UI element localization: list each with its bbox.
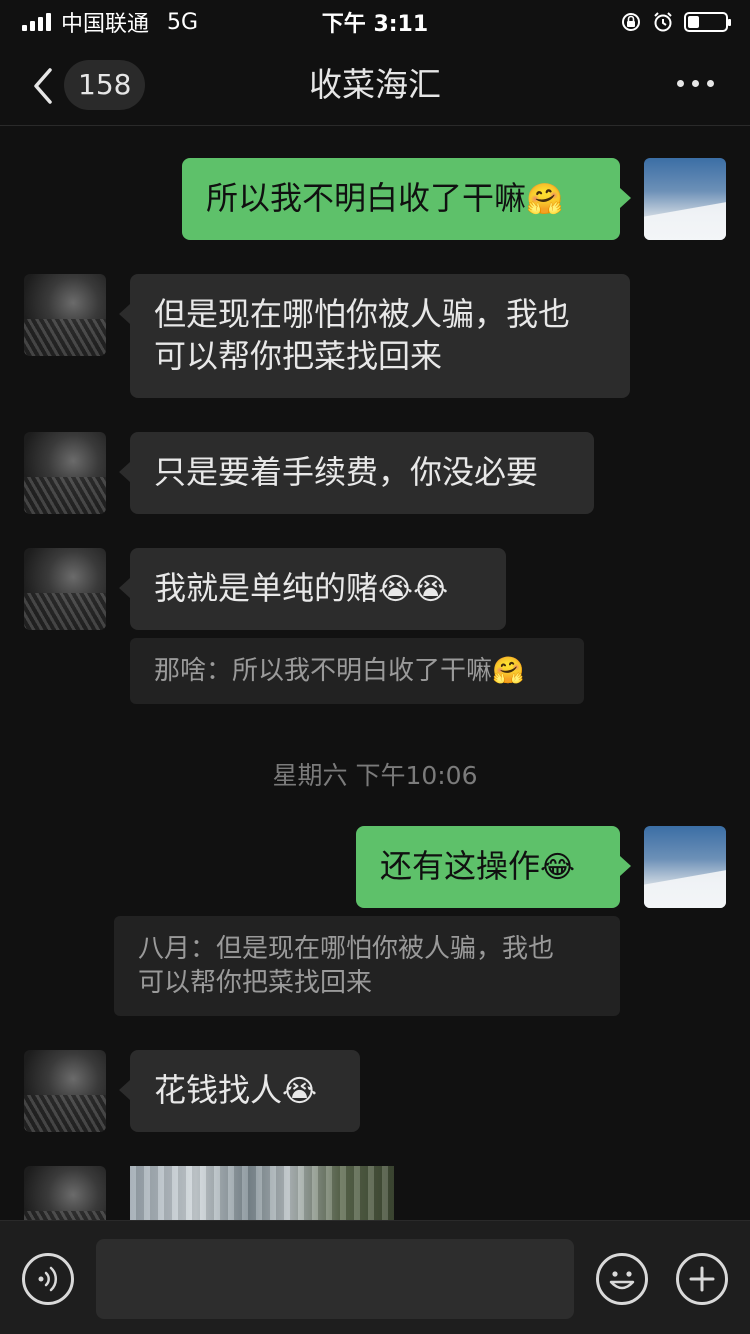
message-bubble-incoming[interactable]: 但是现在哪怕你被人骗，我也 可以帮你把菜找回来	[119, 274, 630, 398]
laughing-emoji-icon: 😂	[540, 850, 576, 885]
message-text-line: 可以帮你把菜找回来	[154, 337, 443, 375]
avatar-contact[interactable]	[24, 274, 106, 356]
message-text: 我就是单纯的赌	[154, 569, 379, 607]
voice-icon[interactable]	[22, 1253, 74, 1305]
message-text: 花钱找人	[154, 1071, 283, 1109]
message-bubble-outgoing[interactable]: 还有这操作😂	[356, 826, 631, 908]
chat-messages[interactable]: 所以我不明白收了干嘛🤗 但是现在哪怕你被人骗，我也 可以帮你把菜找回来 只是要着…	[0, 126, 750, 1220]
crying-emoji-icon: 😭	[282, 1074, 318, 1109]
message-input[interactable]	[96, 1239, 574, 1319]
avatar-contact[interactable]	[24, 548, 106, 630]
quote-text-line: 可以帮你把菜找回来	[138, 968, 373, 998]
quoted-reply[interactable]: 那啥：所以我不明白收了干嘛🤗	[130, 638, 584, 704]
status-bar: 中国联通 5G 下午 3:11	[0, 0, 750, 44]
message-text: 只是要着手续费，你没必要	[154, 453, 539, 491]
input-bar	[0, 1220, 750, 1334]
more-dots-icon[interactable]	[677, 80, 714, 87]
status-time: 下午 3:11	[321, 12, 429, 37]
message-bubble-incoming[interactable]: 我就是单纯的赌😭😭	[119, 548, 506, 630]
quote-text: 那啥：所以我不明白收了干嘛	[154, 656, 493, 686]
message-text: 还有这操作	[380, 847, 541, 885]
message-timestamp: 星期六 下午10:06	[272, 761, 478, 790]
avatar-self[interactable]	[644, 158, 726, 240]
hugging-emoji-icon: 🤗	[492, 656, 525, 686]
message-bubble-incoming[interactable]: 只是要着手续费，你没必要	[119, 432, 594, 514]
avatar-contact[interactable]	[24, 1166, 106, 1220]
quote-text-line: 八月：但是现在哪怕你被人骗，我也	[138, 934, 555, 964]
quoted-reply[interactable]: 八月：但是现在哪怕你被人骗，我也 可以帮你把菜找回来	[114, 916, 620, 1016]
hugging-emoji-icon: 🤗	[526, 182, 564, 217]
plus-icon[interactable]	[676, 1253, 728, 1305]
chat-title: 收菜海汇	[309, 65, 441, 104]
crying-emoji-icon: 😭😭	[378, 572, 449, 607]
message-bubble-outgoing[interactable]: 所以我不明白收了干嘛🤗	[182, 158, 631, 240]
avatar-contact[interactable]	[24, 432, 106, 514]
message-bubble-incoming[interactable]: 花钱找人😭	[119, 1050, 360, 1132]
message-text: 所以我不明白收了干嘛	[206, 179, 527, 217]
avatar-self[interactable]	[644, 826, 726, 908]
nav-bar: 158 收菜海汇	[0, 44, 750, 126]
avatar-contact[interactable]	[24, 1050, 106, 1132]
emoji-icon[interactable]	[596, 1253, 648, 1305]
battery-icon	[684, 12, 731, 32]
image-message[interactable]	[130, 1166, 394, 1220]
message-text-line: 但是现在哪怕你被人骗，我也	[154, 295, 571, 333]
